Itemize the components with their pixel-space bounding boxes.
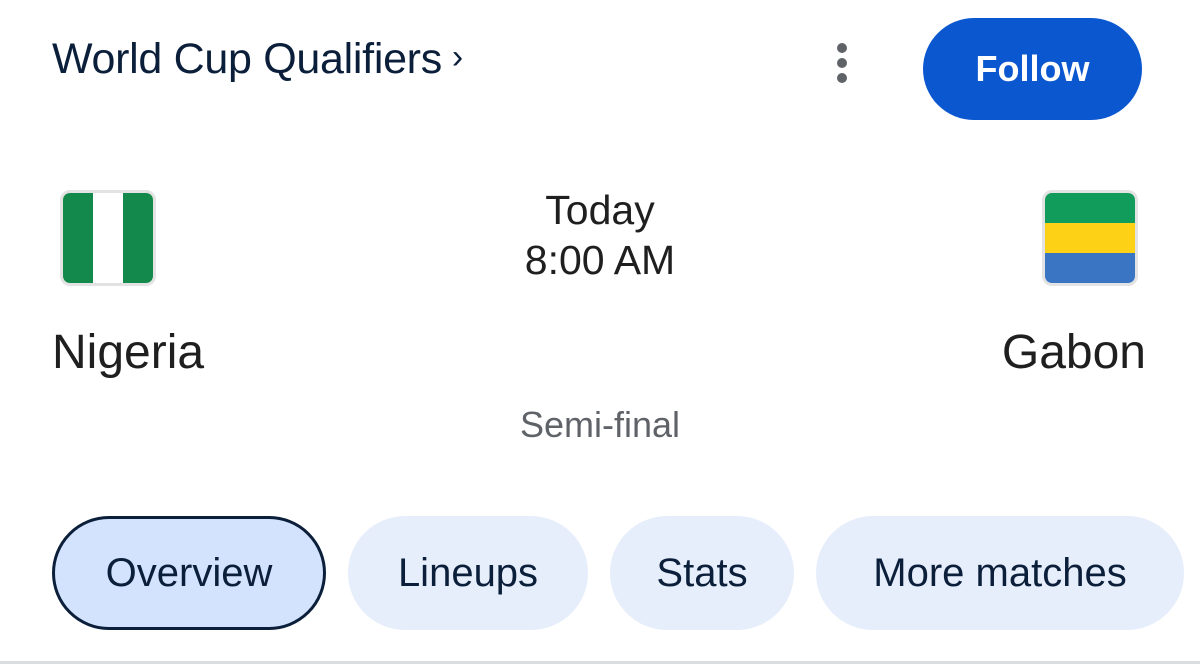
divider (0, 661, 1200, 664)
flag-stripe (123, 193, 153, 283)
match-round: Semi-final (519, 404, 681, 445)
chevron-right-icon: › (451, 38, 464, 76)
more-dot (837, 73, 847, 83)
tab-overview[interactable]: Overview (52, 516, 326, 630)
flag-stripe (1045, 223, 1135, 253)
flag-stripe (93, 193, 123, 283)
tab-stats[interactable]: Stats (610, 516, 794, 630)
flag-stripe (1045, 193, 1135, 223)
home-team-name[interactable]: Nigeria (52, 325, 204, 380)
match-day: Today (545, 187, 655, 233)
more-dot (837, 43, 847, 53)
more-vert-icon[interactable] (820, 38, 864, 88)
match-time: 8:00 AM (524, 237, 676, 283)
gabon-flag-icon[interactable] (1042, 190, 1138, 286)
competition-title: World Cup Qualifiers (52, 34, 442, 83)
tab-more-matches[interactable]: More matches (816, 516, 1184, 630)
flag-stripe (63, 193, 93, 283)
more-dot (837, 58, 847, 68)
competition-link[interactable]: World Cup Qualifiers › (52, 30, 463, 88)
flag-stripe (1045, 253, 1135, 283)
away-team-name[interactable]: Gabon (1002, 325, 1146, 380)
match-tabs: Overview Lineups Stats More matches (52, 516, 1184, 630)
follow-button[interactable]: Follow (923, 18, 1142, 120)
tab-lineups[interactable]: Lineups (348, 516, 588, 630)
nigeria-flag-icon[interactable] (60, 190, 156, 286)
